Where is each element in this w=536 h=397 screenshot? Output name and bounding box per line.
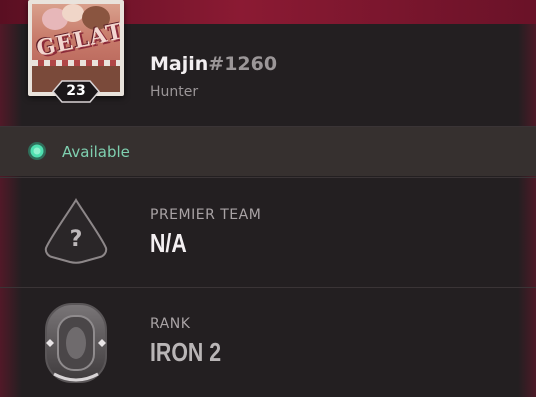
level-badge: 23 <box>52 80 100 103</box>
divider <box>0 287 536 288</box>
question-mark-cone-icon: ? <box>40 196 112 274</box>
iron-rank-icon <box>40 300 112 390</box>
player-level: 23 <box>66 83 86 99</box>
divider <box>0 177 536 178</box>
player-title: Hunter <box>150 84 199 100</box>
player-tag: #1260 <box>208 53 278 75</box>
premier-team-label: PREMIER TEAM <box>150 207 262 223</box>
player-name-text: Majin <box>150 53 209 75</box>
status-indicator-icon <box>27 141 47 161</box>
right-glow <box>518 24 536 397</box>
player-card[interactable]: GELATO 23 <box>24 0 128 103</box>
svg-text:?: ? <box>70 227 83 252</box>
premier-team-value: N/A <box>150 228 187 258</box>
left-glow <box>0 24 22 397</box>
rank-label: RANK <box>150 316 191 332</box>
rank-value: IRON 2 <box>150 337 222 367</box>
player-name: Majin#1260 <box>150 53 277 75</box>
player-card-image: GELATO <box>32 4 120 92</box>
status-label: Available <box>62 143 130 161</box>
